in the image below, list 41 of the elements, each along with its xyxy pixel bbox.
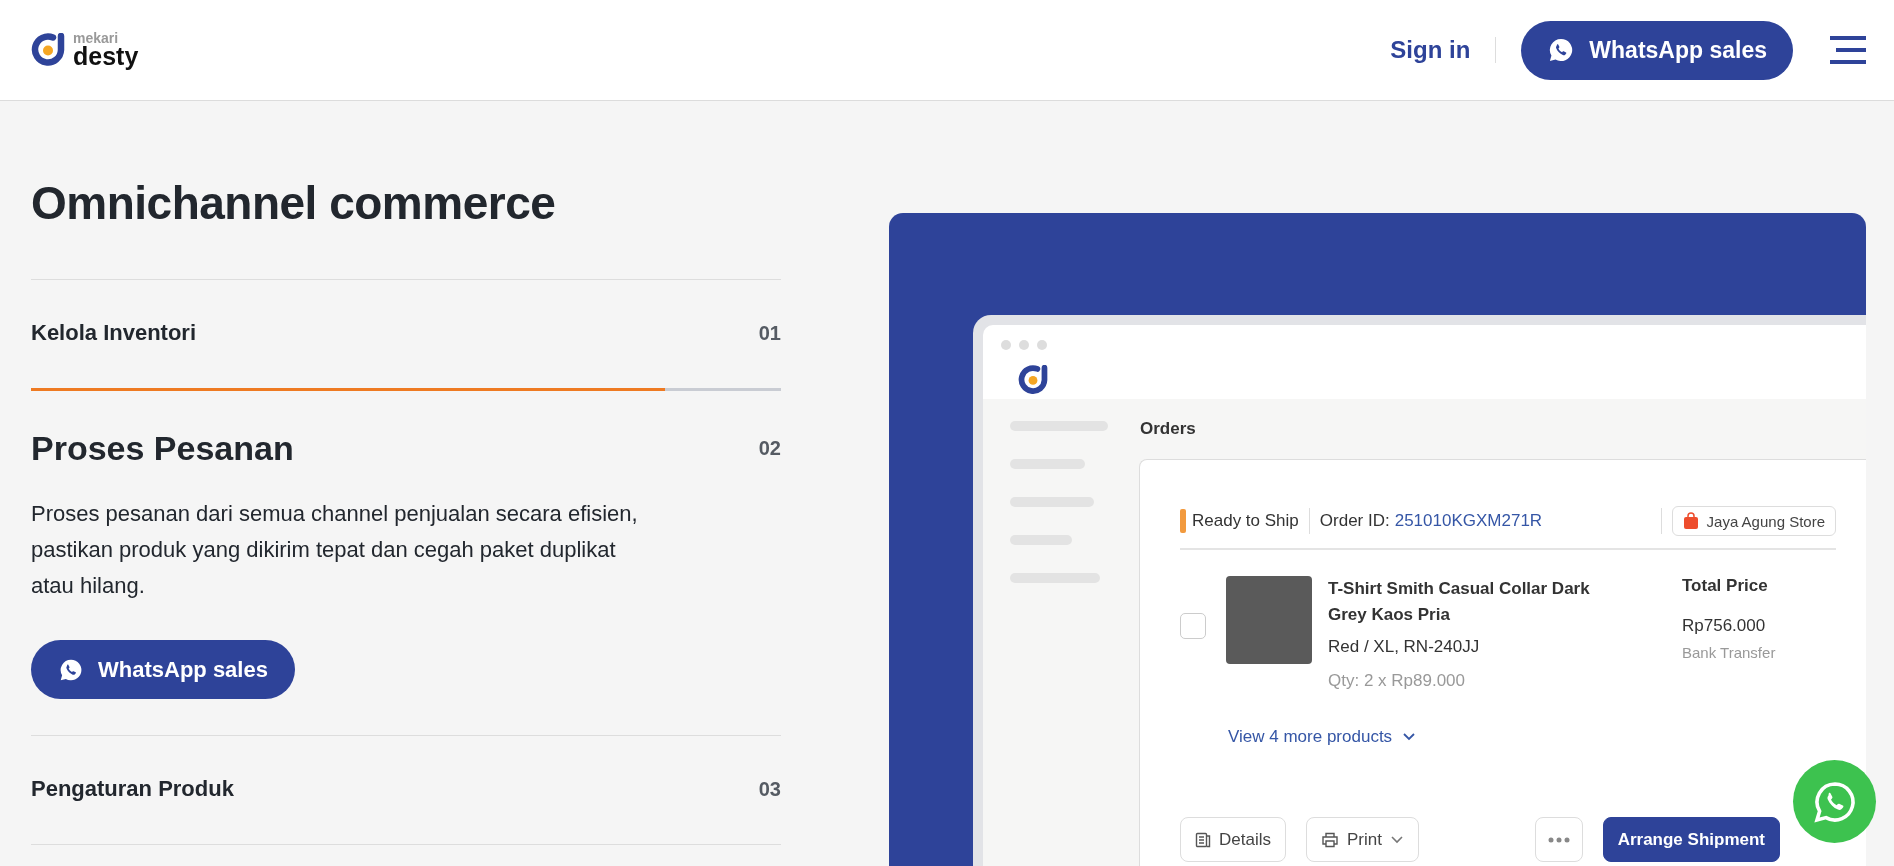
logo-wordmark: desty xyxy=(73,44,139,69)
chevron-down-icon xyxy=(1402,732,1417,742)
logo-icon xyxy=(31,33,65,67)
whatsapp-sales-button[interactable]: WhatsApp sales xyxy=(1521,20,1793,80)
feature-title[interactable]: Kelola Inventori xyxy=(31,320,197,346)
shopping-bag-icon xyxy=(1682,512,1699,530)
print-button[interactable]: Print xyxy=(1305,817,1419,862)
view-more-products-link[interactable]: View 4 more products xyxy=(1228,727,1417,747)
payment-method: Bank Transfer xyxy=(1682,644,1776,661)
product-quantity: Qty: 2 x Rp89.000 xyxy=(1328,671,1467,691)
sign-in-link[interactable]: Sign in xyxy=(1390,36,1471,64)
product-name: T-Shirt Smith Casual Collar Dark Grey Kaos Pria xyxy=(1328,578,1591,626)
feature-number: 02 xyxy=(758,437,781,460)
order-id-label: Order ID: xyxy=(1319,511,1390,531)
more-options-button[interactable] xyxy=(1534,817,1583,862)
section-title: Omnichannel commerce xyxy=(31,176,557,231)
menu-icon[interactable] xyxy=(1830,36,1866,64)
page-title: Orders xyxy=(1140,418,1197,440)
more-dots-icon xyxy=(1547,836,1570,843)
total-price: Rp756.000 xyxy=(1682,616,1767,636)
feature-title[interactable]: Pengaturan Produk xyxy=(31,776,234,802)
document-icon xyxy=(1195,831,1211,848)
logo-icon xyxy=(1018,365,1048,395)
feature-description: Proses pesanan dari semua channel penjualan secara efisien, pastikan produk yang dikirim tepat dan cegah paket duplikat atau hilang. xyxy=(31,500,639,600)
logo-subtitle: mekari xyxy=(73,31,120,45)
window-dots-icon xyxy=(1000,339,1050,351)
feature-number: 01 xyxy=(758,321,781,345)
arrange-shipment-button[interactable]: Arrange Shipment xyxy=(1602,817,1780,862)
feature-title[interactable]: Proses Pesanan xyxy=(31,429,294,468)
details-button[interactable]: Details xyxy=(1180,817,1286,862)
printer-icon xyxy=(1320,831,1339,848)
chevron-down-icon xyxy=(1389,834,1404,845)
store-chip: Jaya Agung Store xyxy=(1671,506,1836,536)
order-id: 251010KGXM271R xyxy=(1394,511,1543,531)
total-price-label: Total Price xyxy=(1682,576,1769,596)
product-variant: Red / XL, RN-240JJ xyxy=(1328,637,1481,657)
feature-number: 03 xyxy=(758,777,781,801)
order-status: Ready to Ship xyxy=(1192,511,1299,531)
checkbox[interactable] xyxy=(1180,613,1206,639)
whatsapp-sales-button[interactable]: WhatsApp sales xyxy=(31,640,295,699)
status-bar-icon xyxy=(1180,509,1186,533)
